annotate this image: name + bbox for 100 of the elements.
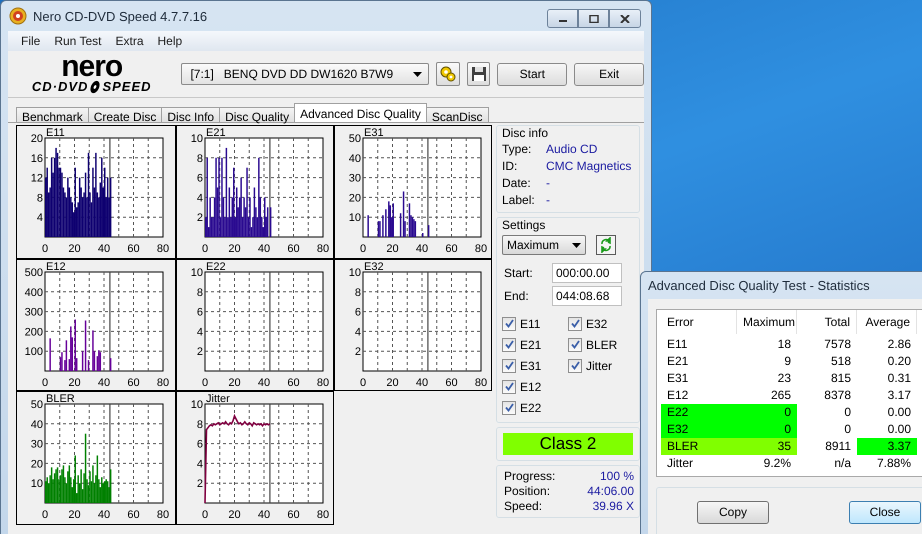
table-cell-text: E21: [666, 353, 690, 370]
group-title: Settings: [502, 218, 546, 232]
window-title: Nero CD-DVD Speed 4.7.7.16: [33, 8, 208, 24]
table-cell-text: n/a: [833, 455, 852, 472]
chart-title: E11: [46, 127, 65, 139]
axis-label: 10: [348, 267, 361, 279]
axis-label: 8: [36, 192, 43, 204]
axis-label: 60: [445, 377, 458, 389]
axis-label: 0: [202, 509, 208, 521]
axis-label: 2: [196, 212, 203, 224]
axis-label: 60: [127, 243, 140, 255]
table-cell: E22: [661, 404, 737, 421]
axis-label: 50: [30, 399, 43, 411]
chart-title: E32: [364, 261, 384, 273]
table-cell-text: E31: [666, 370, 690, 387]
axis-label: 40: [258, 509, 270, 521]
axis-label: 80: [474, 377, 488, 389]
info-value: -: [546, 192, 550, 206]
axis-label: 60: [445, 243, 458, 255]
axis-label: 80: [156, 509, 170, 521]
info-label: Type:: [502, 142, 532, 156]
axis-label: 50: [348, 133, 361, 145]
axis-label: 20: [228, 377, 241, 389]
axis-label: 8: [354, 286, 361, 299]
axis-label: 4: [196, 458, 203, 470]
table-cell-text: 0: [843, 421, 852, 438]
axis-label: 20: [386, 377, 399, 389]
chart-title: E31: [364, 127, 384, 139]
axis-label: 40: [98, 509, 110, 521]
info-value: -: [546, 176, 550, 190]
axis-label: 40: [98, 377, 110, 389]
progress-value: 44:06.00: [587, 484, 634, 498]
checkbox-label: BLER: [586, 338, 618, 352]
checkbox-label: E32: [586, 316, 608, 330]
axis-label: 10: [190, 399, 203, 411]
progress-label: Speed:: [504, 498, 542, 512]
info-label: Date:: [502, 176, 532, 190]
info-value: CMC Magnetics: [546, 158, 632, 172]
axis-label: 80: [156, 377, 170, 389]
chart-title: E21: [206, 127, 226, 139]
logo-text: SPEED: [102, 80, 152, 94]
axis-label: 6: [196, 306, 203, 319]
axis-label: 30: [348, 172, 361, 185]
table-cell: 0: [737, 404, 797, 421]
axis-label: 6: [354, 306, 361, 319]
axis-label: 400: [24, 286, 43, 299]
axis-label: 300: [24, 306, 43, 319]
axis-label: 6: [196, 172, 203, 185]
table-cell: E32: [661, 421, 737, 438]
table-cell-text: 0: [843, 404, 852, 421]
table-cell-text: 7.88%: [876, 455, 912, 472]
axis-label: 20: [68, 243, 81, 255]
axis-label: 12: [30, 172, 43, 185]
chart-title: BLER: [46, 393, 75, 405]
checkbox-label: E22: [520, 400, 542, 414]
axis-label: 2: [354, 346, 361, 358]
table-cell: 0: [737, 421, 797, 438]
axis-label: 0: [42, 509, 48, 521]
table-cell-text: 8911: [824, 438, 852, 455]
axis-label: 60: [127, 377, 140, 389]
axis-label: 2: [196, 478, 203, 490]
chart-title: E22: [206, 261, 226, 273]
axis-label: 60: [127, 509, 140, 521]
axis-label: 6: [196, 438, 203, 451]
axis-label: 10: [190, 267, 203, 279]
axis-label: 80: [316, 377, 330, 389]
axis-label: 4: [196, 192, 203, 204]
axis-label: 40: [98, 243, 110, 255]
progress-value: 100 %: [600, 468, 634, 482]
axis-label: 10: [190, 133, 203, 145]
progress-label: Position:: [504, 484, 550, 498]
field-label: Start:: [503, 266, 534, 280]
axis-label: 0: [202, 243, 208, 255]
table-cell-text: E12: [666, 387, 690, 404]
axis-label: 200: [24, 326, 43, 338]
checkbox-label: E31: [520, 358, 542, 372]
axis-label: 40: [416, 377, 428, 389]
axis-label: 8: [196, 286, 203, 299]
group-title: Disc info: [502, 126, 550, 140]
table-cell-text: 518: [830, 353, 852, 370]
table-cell: 35: [737, 438, 797, 455]
axis-label: 4: [36, 212, 43, 224]
table-cell: 3.37: [857, 438, 917, 455]
window-title: Advanced Disc Quality Test - Statistics: [647, 277, 871, 295]
table-cell-text: 0.00: [886, 421, 912, 438]
axis-label: 60: [287, 509, 300, 521]
table-cell-text: 0.00: [886, 404, 912, 421]
info-label: Label:: [502, 192, 536, 206]
axis-label: 20: [228, 243, 241, 255]
table-cell-text: 9.2%: [762, 455, 792, 472]
axis-label: 2: [196, 346, 203, 358]
chart-title: Jitter: [206, 393, 230, 405]
axis-label: 80: [316, 509, 330, 521]
table-cell-text: 265: [770, 387, 792, 404]
axis-label: 100: [24, 346, 43, 358]
table-cell-text: 8378: [823, 387, 852, 404]
axis-label: 60: [287, 377, 300, 389]
checkbox-label: E21: [520, 338, 542, 352]
checkbox-label: E12: [520, 380, 542, 394]
table-cell-text: 815: [830, 370, 852, 387]
